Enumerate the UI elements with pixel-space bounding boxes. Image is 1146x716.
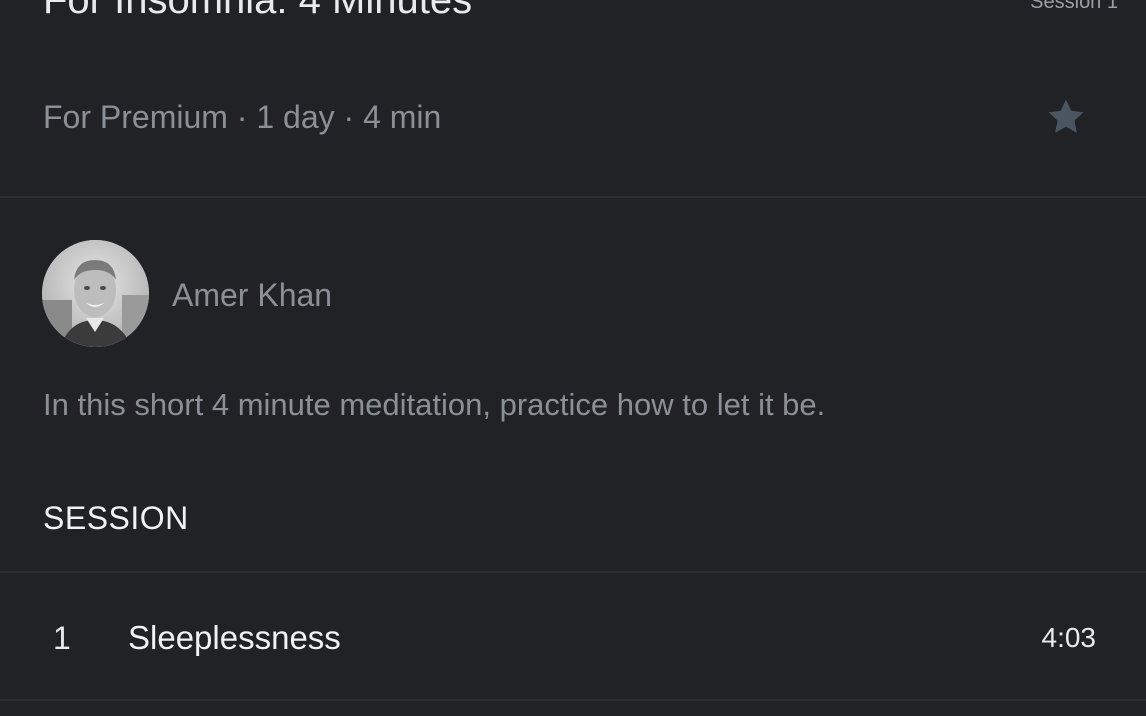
author-avatar[interactable] — [42, 240, 149, 347]
session-title: Sleeplessness — [128, 619, 341, 656]
course-meta: For Premium · 1 day · 4 min — [43, 99, 442, 135]
course-title: For Insomnia: 4 Minutes — [43, 0, 473, 22]
sessions-heading: SESSION — [43, 500, 189, 536]
divider — [0, 699, 1146, 701]
divider — [0, 196, 1146, 198]
session-tag: Session 1 — [1030, 0, 1118, 13]
star-icon — [1048, 99, 1084, 133]
session-duration: 4:03 — [1041, 622, 1097, 653]
session-row[interactable]: 1 Sleeplessness 4:03 — [0, 573, 1146, 699]
course-description: In this short 4 minute meditation, pract… — [43, 387, 826, 422]
author-name[interactable]: Amer Khan — [172, 276, 332, 314]
session-number: 1 — [53, 620, 71, 656]
course-detail-screen: For Insomnia: 4 Minutes Session 1 For Pr… — [0, 0, 1146, 716]
avatar-photo — [42, 240, 149, 347]
favorite-button[interactable] — [1044, 95, 1088, 139]
